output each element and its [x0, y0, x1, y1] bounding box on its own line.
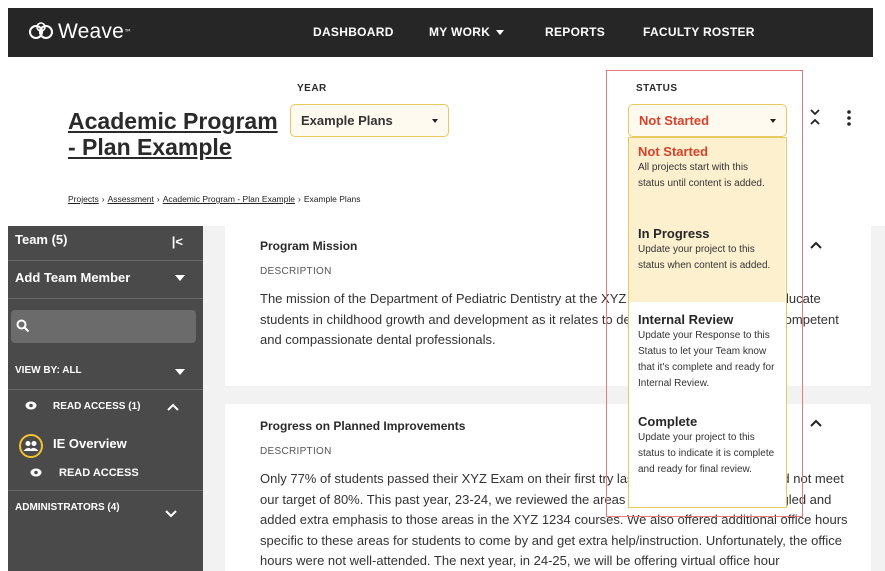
breadcrumb-separator: ›: [156, 194, 160, 204]
eye-icon: [30, 468, 42, 477]
status-option-title: In Progress: [638, 226, 710, 241]
caret-down-icon: [175, 275, 185, 281]
breadcrumb-current: Example Plans: [303, 194, 361, 204]
administrators-group[interactable]: ADMINISTRATORS (4): [8, 502, 203, 518]
search-icon: [16, 319, 30, 333]
caret-down-icon: [175, 369, 185, 375]
weave-logo[interactable]: Weave ™: [28, 18, 132, 46]
member-access: READ ACCESS: [8, 467, 203, 479]
status-option-desc: Update your Response to this Status to l…: [638, 330, 775, 389]
eye-icon: [25, 401, 37, 410]
app-root: Weave ™ DASHBOARD MY WORK REPORTS FACULTY…: [0, 0, 885, 571]
status-option-in-progress[interactable]: In Progress Update your project to this …: [629, 220, 785, 302]
chevron-up-icon[interactable]: [810, 241, 822, 249]
section-title: Progress on Planned Improvements: [260, 419, 466, 433]
breadcrumb-assessment[interactable]: Assessment: [108, 194, 154, 204]
breadcrumb-separator: ›: [297, 194, 301, 204]
team-header: Team (5) |<: [8, 232, 203, 258]
trademark: ™: [123, 27, 132, 37]
nav-my-work[interactable]: MY WORK: [429, 25, 505, 39]
status-option-complete[interactable]: Complete Update your project to this sta…: [629, 408, 785, 506]
read-access-group[interactable]: READ ACCESS (1): [8, 401, 203, 412]
year-select[interactable]: Example Plans: [290, 104, 449, 137]
status-option-desc: All projects start with this status unti…: [638, 162, 765, 189]
status-option-title: Complete: [638, 414, 698, 429]
status-option-title: Not Started: [638, 144, 709, 159]
breadcrumb-projects[interactable]: Projects: [68, 194, 99, 204]
team-search-input[interactable]: [11, 310, 196, 343]
view-by-label: VIEW BY: ALL: [15, 365, 82, 376]
status-select-value: Not Started: [639, 113, 710, 128]
section-label: DESCRIPTION: [260, 446, 332, 457]
chevron-down-icon: [496, 30, 505, 36]
chevron-down-icon: [165, 510, 177, 518]
member-name[interactable]: IE Overview: [8, 436, 203, 451]
team-sidebar: Team (5) |< Add Team Member VIEW BY: ALL…: [8, 226, 203, 571]
status-label: STATUS: [636, 83, 678, 94]
nav-reports[interactable]: REPORTS: [545, 25, 605, 39]
status-dropdown-menu: Not Started All projects start with this…: [628, 137, 787, 508]
member-access-label: READ ACCESS: [59, 467, 139, 479]
breadcrumb-program[interactable]: Academic Program - Plan Example: [163, 194, 295, 204]
divider: [8, 389, 203, 390]
caret-down-icon: [432, 119, 438, 123]
year-label: YEAR: [297, 83, 327, 94]
administrators-label: ADMINISTRATORS (4): [15, 502, 120, 513]
brand-name: Weave: [58, 20, 124, 43]
team-count: Team (5): [15, 232, 68, 247]
nav-dashboard[interactable]: DASHBOARD: [313, 25, 394, 39]
divider: [8, 298, 203, 299]
collapse-all-icon[interactable]: [808, 108, 822, 126]
weave-logo-icon: [29, 22, 53, 39]
page-title[interactable]: Academic Program - Plan Example: [68, 108, 288, 160]
year-select-value: Example Plans: [301, 113, 393, 128]
nav-faculty-roster[interactable]: FACULTY ROSTER: [643, 25, 755, 39]
top-nav-bar: Weave ™ DASHBOARD MY WORK REPORTS FACULTY…: [8, 8, 873, 57]
status-select[interactable]: Not Started: [628, 104, 787, 137]
kebab-menu-icon[interactable]: [846, 109, 852, 127]
chevron-up-icon[interactable]: [810, 419, 822, 427]
status-option-internal-review[interactable]: Internal Review Update your Response to …: [629, 306, 785, 400]
add-team-member-button[interactable]: Add Team Member: [8, 270, 203, 285]
breadcrumb: Projects › Assessment › Academic Program - P…: [68, 194, 361, 204]
nav-my-work-label: MY WORK: [429, 25, 491, 39]
caret-down-icon: [770, 119, 776, 123]
chevron-up-icon: [167, 403, 179, 411]
collapse-sidebar-icon[interactable]: |<: [172, 234, 183, 249]
status-option-not-started[interactable]: Not Started All projects start with this…: [629, 138, 785, 220]
section-title: Program Mission: [260, 239, 358, 253]
status-option-title: Internal Review: [638, 312, 734, 327]
divider: [8, 260, 203, 261]
status-option-desc: Update your project to this status to in…: [638, 432, 775, 475]
add-team-member-label: Add Team Member: [15, 270, 131, 285]
read-access-group-label: READ ACCESS (1): [53, 401, 141, 412]
divider: [8, 490, 203, 491]
breadcrumb-separator: ›: [101, 194, 105, 204]
section-label: DESCRIPTION: [260, 266, 332, 277]
status-option-desc: Update your project to this status when …: [638, 244, 771, 271]
view-by-filter[interactable]: VIEW BY: ALL: [8, 365, 203, 376]
